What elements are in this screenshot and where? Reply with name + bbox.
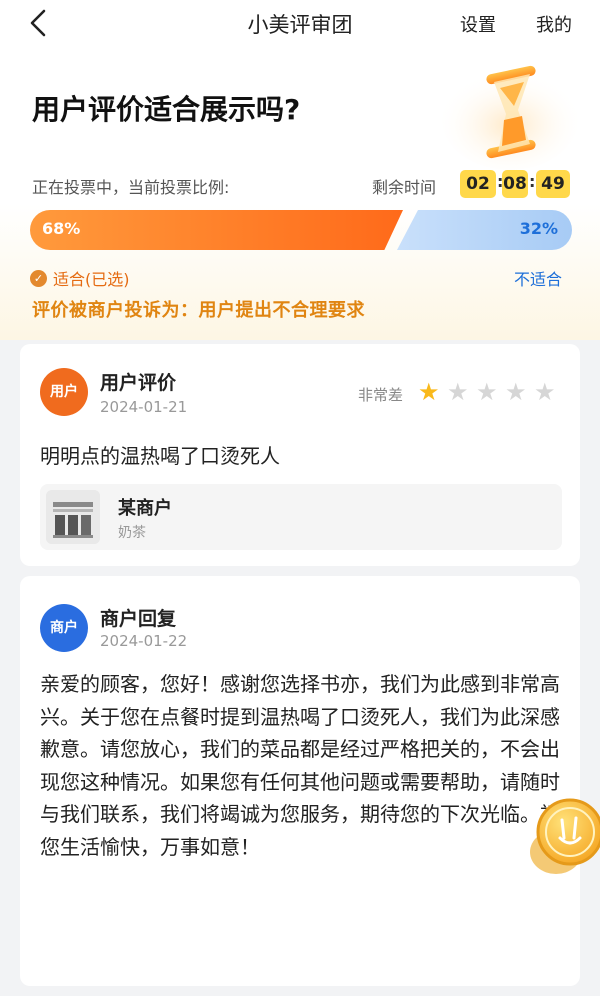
complaint-reason: 评价被商户投诉为：用户提出不合理要求 [32,300,365,321]
timer-hours: 02 [460,170,496,198]
star-icon: ★ [534,378,556,406]
star-icon: ★ [418,378,440,406]
star-rating: ★ ★ ★ ★ ★ [418,378,563,406]
mine-link[interactable]: 我的 [536,11,572,37]
review-title: 用户评价 [100,372,177,394]
page-title: 用户评价适合展示吗? [32,93,301,126]
star-icon: ★ [476,378,498,406]
review-text: 明明点的温热喝了口烫死人 [40,444,280,468]
storefront-icon [46,490,100,544]
merchant-name: 某商户 [118,498,172,519]
star-icon: ★ [447,378,469,406]
star-icon: ★ [505,378,527,406]
check-circle-icon: ✓ [30,269,47,287]
user-avatar: 用户 [40,368,88,416]
nav-bar: 小美评审团 设置 我的 [0,0,600,46]
nav-title: 小美评审团 [247,13,353,37]
merchant-reply-card: 商户 商户回复 2024-01-22 亲爱的顾客，您好！感谢您选择书亦，我们为此… [20,576,580,986]
timer-minutes: 08 [502,170,528,198]
merchant-category: 奶茶 [118,525,146,541]
reply-date: 2024-01-22 [100,632,188,650]
review-date: 2024-01-21 [100,398,188,416]
reply-title: 商户回复 [100,608,177,630]
merchant-avatar: 商户 [40,604,88,652]
vote-bar-unsuitable: 32% [397,210,572,250]
vote-status-text: 正在投票中，当前投票比例: [32,178,230,197]
settings-link[interactable]: 设置 [460,11,496,37]
timer-seconds: 49 [536,170,570,198]
user-review-card: 用户 用户评价 2024-01-21 非常差 ★ ★ ★ ★ ★ 明明点的温热喝… [20,344,580,566]
suitable-percent: 68% [42,219,81,238]
reply-text: 亲爱的顾客，您好！感谢您选择书亦，我们为此感到非常高兴。关于您在点餐时提到温热喝… [40,672,560,859]
coin-icon[interactable] [526,790,600,880]
vote-bar-suitable: 68% [30,210,403,250]
unsuitable-option[interactable]: 不适合 [514,266,562,290]
merchant-card[interactable]: 某商户 奶茶 [40,484,562,550]
unsuitable-percent: 32% [519,219,558,238]
hourglass-icon [442,65,578,170]
remaining-time-label: 剩余时间 [372,178,437,197]
suitable-option[interactable]: ✓ 适合(已选) [30,266,130,290]
rating-label: 非常差 [358,386,404,404]
suitable-label: 适合(已选) [53,270,130,289]
timer-colon: : [529,172,536,191]
